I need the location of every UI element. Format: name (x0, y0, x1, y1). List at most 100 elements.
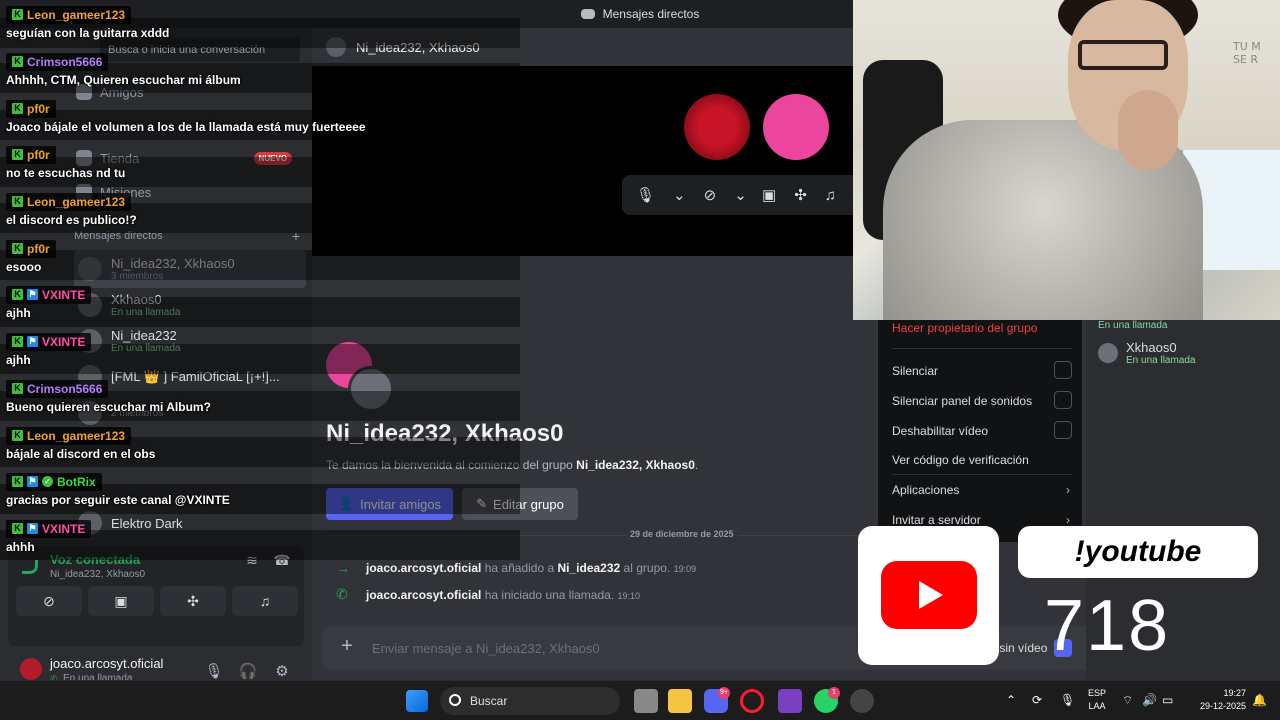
checkbox[interactable] (1054, 361, 1072, 379)
checkbox[interactable] (1054, 391, 1072, 409)
task-view-icon[interactable] (634, 689, 658, 713)
menu-item-mute-soundboard[interactable]: Silenciar panel de sonidos (892, 391, 1072, 409)
avatar[interactable] (20, 658, 42, 680)
chat-text: Bueno quieren escuchar mi Album? (6, 399, 211, 414)
play-icon (919, 581, 943, 609)
username[interactable]: joaco.arcosyt.oficial (50, 656, 163, 671)
menu-label: Silenciar (892, 364, 939, 378)
kick-badge-icon: K (12, 289, 23, 300)
chat-name-line: K Leon_gameer123 (6, 5, 132, 24)
checkbox[interactable] (1054, 421, 1072, 439)
chat-message: K ⚑ ✓ BotRix gracias por seguir este canal @… (6, 471, 230, 507)
chat-username: Leon_gameer123 (27, 194, 126, 209)
opera-icon[interactable] (740, 689, 764, 713)
webcam-feed: TU M SE R (853, 0, 1280, 320)
chat-username: Leon_gameer123 (27, 7, 126, 22)
microphone-icon[interactable]: 🎙 (1060, 693, 1075, 707)
activities-icon[interactable]: ✣ (794, 186, 807, 204)
soundboard-icon[interactable]: ♫ (825, 187, 836, 204)
call-controls-left: 🎙 ⌄ ⊘ ⌄ (622, 175, 761, 215)
webcam-hand (1118, 90, 1178, 170)
settings-gear-icon[interactable]: ⚙ (272, 662, 292, 682)
kick-badge-icon: K (12, 430, 23, 441)
moderator-badge-icon: ⚑ (27, 476, 38, 487)
activities-button[interactable]: ✣ (160, 586, 226, 616)
clipchamp-icon[interactable] (778, 689, 802, 713)
attach-plus-icon[interactable]: + (336, 636, 358, 658)
stream-chat-overlay: K Leon_gameer123 seguían con la guitarra x… (0, 0, 520, 560)
chat-message: K Leon_gameer123 el discord es publico!? (6, 191, 137, 227)
youtube-tile (858, 526, 999, 665)
member-item[interactable]: En una llamada (1098, 320, 1168, 331)
sync-icon[interactable]: ⟳ (1032, 693, 1042, 707)
chat-name-line: Kpf0r (6, 99, 56, 118)
chat-username: pf0r (27, 101, 50, 116)
youtube-logo-icon (881, 561, 977, 629)
menu-label: Deshabilitar vídeo (892, 424, 989, 438)
chat-text: bájale al discord en el obs (6, 446, 156, 461)
windows-start-icon[interactable] (406, 690, 428, 712)
camera-off-icon[interactable]: ⊘ (704, 186, 717, 204)
camera-off-button[interactable]: ⊘ (16, 586, 82, 616)
menu-label: Invitar a servidor (892, 513, 981, 527)
file-explorer-icon[interactable] (668, 689, 692, 713)
menu-label: Aplicaciones (892, 483, 960, 497)
menu-item-apps[interactable]: Aplicaciones › (892, 483, 1072, 497)
twitch-avatar-tile[interactable] (684, 94, 750, 160)
sys-text: ha iniciado una llamada. (484, 587, 615, 602)
notification-icon[interactable]: 🔔 (1252, 693, 1267, 707)
voice-connection-panel: Voz conectada Ni_idea232, Xkhaos0 ≋ ☎ ⊘ … (8, 546, 304, 646)
youtube-command: !youtube (1018, 526, 1258, 578)
obs-icon[interactable] (850, 689, 874, 713)
screen-share-icon[interactable]: ▣ (762, 186, 776, 204)
sys-user[interactable]: joaco.arcosyt.oficial (366, 588, 481, 602)
menu-item-make-owner[interactable]: Hacer propietario del grupo (892, 321, 1072, 335)
microphone-icon[interactable]: 🎙 (636, 186, 655, 204)
menu-item-verification-code[interactable]: Ver código de verificación (892, 453, 1072, 467)
member-item[interactable]: Xkhaos0 En una llamada (1098, 340, 1196, 366)
wifi-icon[interactable]: ⌔ (1122, 693, 1133, 708)
screen-share-button[interactable]: ▣ (88, 586, 154, 616)
clock-time: 19:27 (1223, 688, 1246, 698)
soundboard-button[interactable]: ♫ (232, 586, 298, 616)
chat-text: Ahhhh, CTM, Quieren escuchar mi álbum (6, 72, 241, 87)
volume-icon[interactable]: 🔊 (1142, 693, 1157, 707)
chevron-right-icon: › (1066, 483, 1070, 497)
call-controls-right: ▣ ✣ ♫ (748, 175, 857, 215)
headphones-icon[interactable]: 🎧 (238, 662, 258, 682)
kick-badge-icon: K (12, 56, 23, 67)
taskbar-search[interactable]: Buscar (440, 687, 620, 715)
search-label: Buscar (470, 694, 508, 708)
sys-target[interactable]: Ni_idea232 (557, 561, 620, 575)
chat-name-line: Kpf0r (6, 239, 56, 258)
chat-username: Crimson5666 (27, 54, 103, 69)
chat-message: K Leon_gameer123 bájale al discord en el o… (6, 425, 155, 461)
chat-message: K Crimson5666 Bueno quieren escuchar mi Al… (6, 378, 211, 414)
discord-avatar-tile[interactable] (763, 94, 829, 160)
phone-icon: ✆ (336, 586, 348, 602)
divider (892, 474, 1072, 475)
chevron-down-icon[interactable]: ⌄ (734, 186, 747, 204)
chat-message: Kpf0r no te escuchas nd tu (6, 144, 125, 180)
microphone-icon[interactable]: 🎙 (204, 662, 224, 682)
clock[interactable]: 19:27 29-12-2025 (1190, 687, 1246, 713)
chat-text: seguían con la guitarra xddd (6, 25, 170, 40)
chevron-down-icon[interactable]: ⌄ (673, 186, 686, 204)
divider (892, 348, 1072, 349)
chat-username: VXINTE (42, 521, 86, 536)
kick-badge-icon: K (12, 9, 23, 20)
chat-message: K ⚑ VXINTE ajhh (6, 331, 92, 367)
system-message: ✆ joaco.arcosyt.oficial ha iniciado una … (336, 586, 640, 603)
chevron-up-icon[interactable]: ⌃ (1006, 693, 1016, 707)
language-indicator[interactable]: ESP LAA (1088, 687, 1106, 713)
battery-icon[interactable]: ▭ (1162, 693, 1173, 707)
menu-item-invite-server[interactable]: Invitar a servidor › (892, 513, 1072, 527)
menu-item-disable-video[interactable]: Deshabilitar vídeo (892, 421, 1072, 439)
chat-text: gracias por seguir este canal @VXINTE (6, 492, 230, 507)
menu-label: Ver código de verificación (892, 453, 1029, 467)
kick-badge-icon: K (12, 149, 23, 160)
sys-user[interactable]: joaco.arcosyt.oficial (366, 561, 481, 575)
whatsapp-notification-badge: 1 (828, 687, 840, 699)
menu-item-mute[interactable]: Silenciar (892, 361, 1072, 379)
chat-message: K Leon_gameer123 seguían con la guitarra x… (6, 4, 169, 40)
